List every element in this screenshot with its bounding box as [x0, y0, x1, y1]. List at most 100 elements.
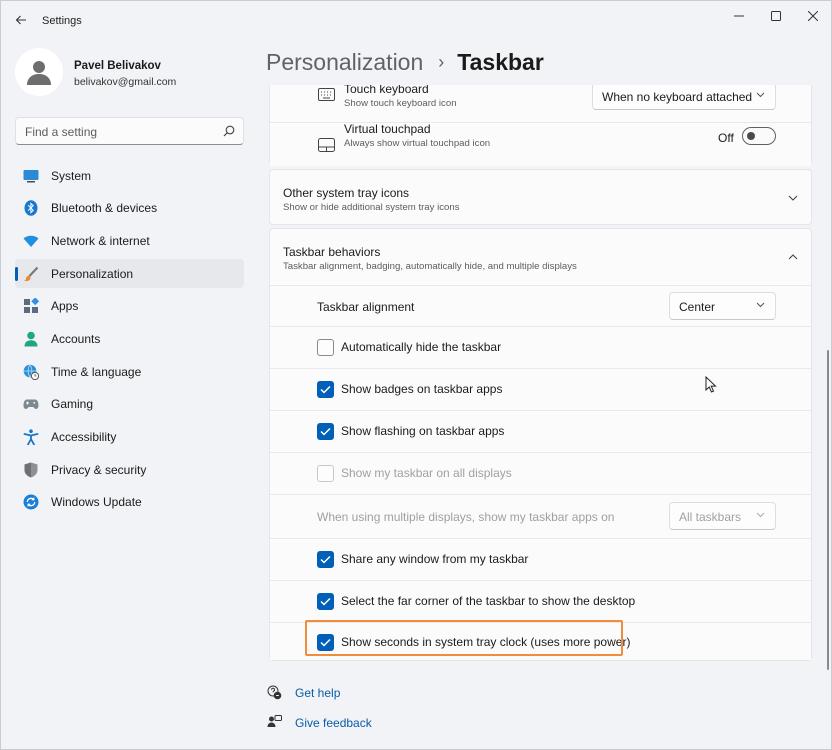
- multi-display-dropdown[interactable]: All taskbars: [669, 502, 776, 530]
- far-corner-checkbox[interactable]: [317, 593, 334, 610]
- sidebar-item-apps[interactable]: Apps: [15, 292, 244, 321]
- sidebar-item-accessibility[interactable]: Accessibility: [15, 423, 244, 452]
- back-arrow-icon: [15, 15, 26, 25]
- give-feedback-link[interactable]: Give feedback: [267, 715, 372, 730]
- corner-icons-card: Touch keyboard Show touch keyboard icon …: [269, 85, 812, 166]
- settings-window: Settings Pavel Belivakov belivakov@gmail…: [0, 0, 832, 750]
- sidebar-item-label: Gaming: [51, 397, 94, 412]
- sidebar-item-personalization[interactable]: Personalization: [15, 259, 244, 289]
- touch-keyboard-value: When no keyboard attached: [602, 90, 753, 104]
- badges-row: Show badges on taskbar apps: [270, 368, 811, 410]
- checkmark-icon: [320, 597, 331, 606]
- sidebar-item-gaming[interactable]: Gaming: [15, 390, 244, 419]
- mouse-cursor-icon: [705, 376, 717, 393]
- person-icon: [23, 331, 39, 347]
- flashing-label: Show flashing on taskbar apps: [341, 424, 505, 438]
- scrollbar[interactable]: [827, 350, 829, 670]
- sidebar-item-windows-update[interactable]: Windows Update: [15, 488, 244, 517]
- minimize-button[interactable]: [720, 1, 758, 31]
- all-displays-label: Show my taskbar on all displays: [341, 466, 512, 480]
- help-icon: [267, 685, 282, 700]
- sidebar-item-bluetooth[interactable]: Bluetooth & devices: [15, 194, 244, 223]
- badges-label: Show badges on taskbar apps: [341, 382, 503, 396]
- shield-icon: [23, 462, 39, 478]
- maximize-button[interactable]: [757, 1, 795, 31]
- sidebar-item-label: Time & language: [51, 364, 142, 379]
- seconds-label: Show seconds in system tray clock (uses …: [341, 635, 631, 649]
- user-name: Pavel Belivakov: [74, 60, 161, 72]
- share-window-label: Share any window from my taskbar: [341, 552, 529, 566]
- badges-checkbox[interactable]: [317, 381, 334, 398]
- search-placeholder: Find a setting: [25, 125, 98, 139]
- auto-hide-label: Automatically hide the taskbar: [341, 340, 502, 354]
- gamepad-icon: [23, 396, 39, 412]
- multi-display-value: All taskbars: [679, 510, 742, 524]
- minimize-icon: [734, 15, 744, 17]
- refresh-icon: [23, 494, 39, 510]
- behaviors-title: Taskbar behaviors: [283, 245, 381, 259]
- user-profile[interactable]: Pavel Belivakov belivakov@gmail.com: [15, 48, 245, 98]
- bluetooth-icon: [23, 200, 39, 216]
- auto-hide-row: Automatically hide the taskbar: [270, 326, 811, 368]
- user-email: belivakov@gmail.com: [74, 76, 177, 88]
- virtual-touchpad-subtitle: Always show virtual touchpad icon: [344, 138, 491, 149]
- flashing-row: Show flashing on taskbar apps: [270, 410, 811, 452]
- chevron-down-icon[interactable]: [788, 195, 798, 201]
- title-bar: Settings: [1, 1, 831, 39]
- other-tray-card[interactable]: Other system tray icons Show or hide add…: [269, 169, 812, 225]
- sidebar-item-label: Apps: [51, 299, 79, 314]
- toggle-state-label: Off: [718, 131, 734, 145]
- touch-keyboard-dropdown[interactable]: When no keyboard attached: [592, 85, 776, 110]
- chevron-down-icon: [756, 92, 765, 98]
- search-icon: [223, 125, 235, 137]
- share-window-row: Share any window from my taskbar: [270, 538, 811, 580]
- alignment-value: Center: [679, 300, 716, 314]
- sidebar-item-label: Personalization: [51, 266, 134, 281]
- behaviors-card: Taskbar behaviors Taskbar alignment, bad…: [269, 228, 812, 661]
- chevron-down-icon: [756, 512, 765, 518]
- other-tray-title: Other system tray icons: [283, 186, 410, 200]
- chevron-down-icon: [756, 302, 765, 308]
- touchpad-icon: [318, 138, 335, 152]
- app-title: Settings: [42, 15, 82, 27]
- chevron-up-icon[interactable]: [788, 254, 798, 260]
- search-input[interactable]: Find a setting: [15, 117, 244, 145]
- multi-display-label: When using multiple displays, show my ta…: [317, 510, 615, 524]
- virtual-touchpad-title: Virtual touchpad: [344, 122, 431, 136]
- get-help-link[interactable]: Get help: [267, 685, 340, 700]
- flashing-checkbox[interactable]: [317, 423, 334, 440]
- checkmark-icon: [320, 385, 331, 394]
- close-icon: [808, 11, 818, 21]
- seconds-checkbox[interactable]: [317, 634, 334, 651]
- sidebar-item-time-language[interactable]: Time & language: [15, 357, 244, 386]
- sidebar-nav: System Bluetooth & devices Network & int…: [15, 161, 244, 521]
- behaviors-subtitle: Taskbar alignment, badging, automaticall…: [283, 261, 577, 272]
- maximize-icon: [771, 11, 781, 21]
- touch-keyboard-subtitle: Show touch keyboard icon: [344, 98, 457, 109]
- back-button[interactable]: [10, 9, 32, 31]
- sidebar-item-label: Accounts: [51, 331, 101, 346]
- apps-icon: [23, 298, 39, 314]
- behaviors-header[interactable]: Taskbar behaviors Taskbar alignment, bad…: [270, 229, 811, 285]
- all-displays-checkbox[interactable]: [317, 465, 334, 482]
- auto-hide-checkbox[interactable]: [317, 339, 334, 356]
- sidebar-item-label: Privacy & security: [51, 462, 147, 477]
- alignment-label: Taskbar alignment: [317, 300, 415, 314]
- sidebar-item-privacy[interactable]: Privacy & security: [15, 455, 244, 484]
- feedback-icon: [267, 715, 282, 727]
- sidebar-item-system[interactable]: System: [15, 161, 244, 190]
- avatar: [15, 48, 63, 96]
- sidebar-item-network[interactable]: Network & internet: [15, 226, 244, 255]
- multi-display-row: When using multiple displays, show my ta…: [270, 494, 811, 538]
- alignment-dropdown[interactable]: Center: [669, 292, 776, 320]
- share-window-checkbox[interactable]: [317, 551, 334, 568]
- far-corner-row: Select the far corner of the taskbar to …: [270, 580, 811, 622]
- sidebar-item-accounts[interactable]: Accounts: [15, 324, 244, 353]
- main-content: Touch keyboard Show touch keyboard icon …: [269, 85, 813, 661]
- toggle-knob: [747, 132, 755, 140]
- sidebar-item-label: Network & internet: [51, 233, 150, 248]
- sidebar-item-label: System: [51, 168, 92, 183]
- close-button[interactable]: [794, 1, 832, 31]
- virtual-touchpad-toggle[interactable]: [742, 127, 776, 145]
- breadcrumb-parent[interactable]: Personalization: [266, 49, 423, 76]
